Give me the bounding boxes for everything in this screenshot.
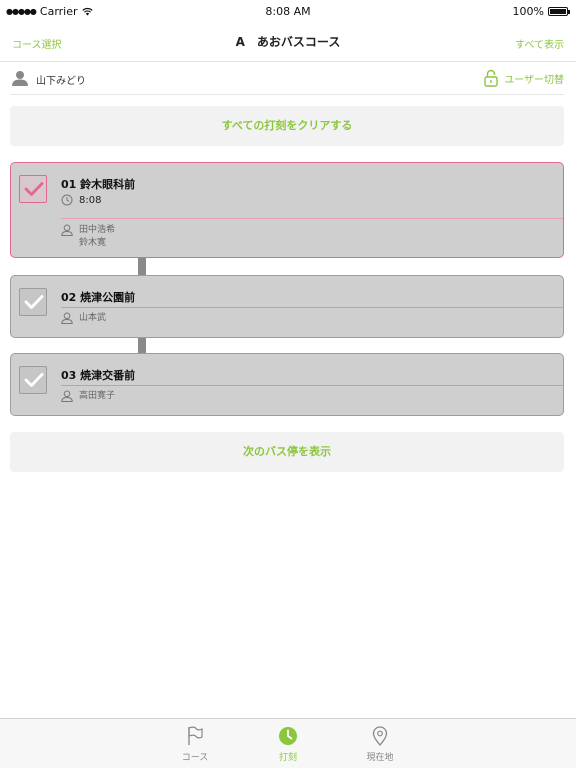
user-name: 山下みどり (36, 76, 86, 87)
card-divider (61, 385, 563, 386)
stop-checkbox[interactable] (19, 366, 47, 394)
card-divider (61, 307, 563, 308)
tab-label: コース (181, 753, 209, 763)
tab-label: 打刻 (278, 753, 297, 763)
user-switch-button[interactable]: ユーザー切替 (484, 69, 564, 87)
passenger-name: 田中浩希 (79, 225, 116, 235)
user-switch-label: ユーザー切替 (504, 74, 564, 86)
route-connector (138, 258, 146, 275)
stop-title: 01 鈴木眼科前 (61, 178, 136, 191)
page-title: A あおバスコース (235, 35, 341, 49)
flag-icon (188, 726, 203, 745)
clear-all-stamps-button[interactable]: すべての打刻をクリアする (10, 106, 564, 146)
user-row: 山下みどり ユーザー切替 (10, 63, 564, 95)
navigation-bar: コース選択 A あおバスコース すべて表示 (0, 22, 576, 62)
tab-location[interactable]: 現在地 (350, 725, 410, 763)
checkmark-icon (24, 182, 44, 196)
passenger-name: 高田寛子 (79, 391, 116, 401)
tab-stamp[interactable]: 打刻 (258, 725, 318, 763)
checkmark-icon (24, 373, 44, 387)
user-avatar-icon (12, 71, 28, 86)
stop-card[interactable]: 02 焼津公園前 山本武 (10, 275, 564, 338)
tab-course[interactable]: コース (165, 725, 225, 763)
show-all-button[interactable]: すべて表示 (515, 36, 564, 51)
stop-card[interactable]: 01 鈴木眼科前 8:08 田中浩希 鈴木寛 (10, 162, 564, 258)
battery-icon (548, 7, 570, 16)
tab-label: 現在地 (366, 753, 394, 763)
show-next-stop-button[interactable]: 次のバス停を表示 (10, 432, 564, 472)
stop-title: 02 焼津公園前 (61, 291, 136, 304)
person-icon (61, 224, 73, 236)
unlock-icon (484, 69, 498, 87)
person-icon (61, 390, 73, 402)
status-time: 8:08 AM (265, 5, 311, 18)
route-connector (138, 338, 146, 353)
person-icon (61, 312, 73, 324)
tab-bar: コース 打刻 現在地 (0, 718, 576, 768)
clock-icon (61, 194, 73, 206)
stop-checkbox[interactable] (19, 175, 47, 203)
card-divider (61, 218, 563, 219)
stop-card[interactable]: 03 焼津交番前 高田寛子 (10, 353, 564, 416)
battery-percent: 100% (512, 5, 544, 18)
passenger-name: 山本武 (79, 313, 107, 323)
clock-icon (279, 727, 297, 745)
location-pin-icon (372, 726, 388, 746)
stop-title: 03 焼津交番前 (61, 369, 136, 382)
stop-checkbox[interactable] (19, 288, 47, 316)
passenger-name: 鈴木寛 (79, 238, 107, 248)
status-bar: ●●●●● Carrier 8:08 AM 100% (0, 0, 576, 22)
stop-time: 8:08 (79, 194, 102, 206)
checkmark-icon (24, 295, 44, 309)
